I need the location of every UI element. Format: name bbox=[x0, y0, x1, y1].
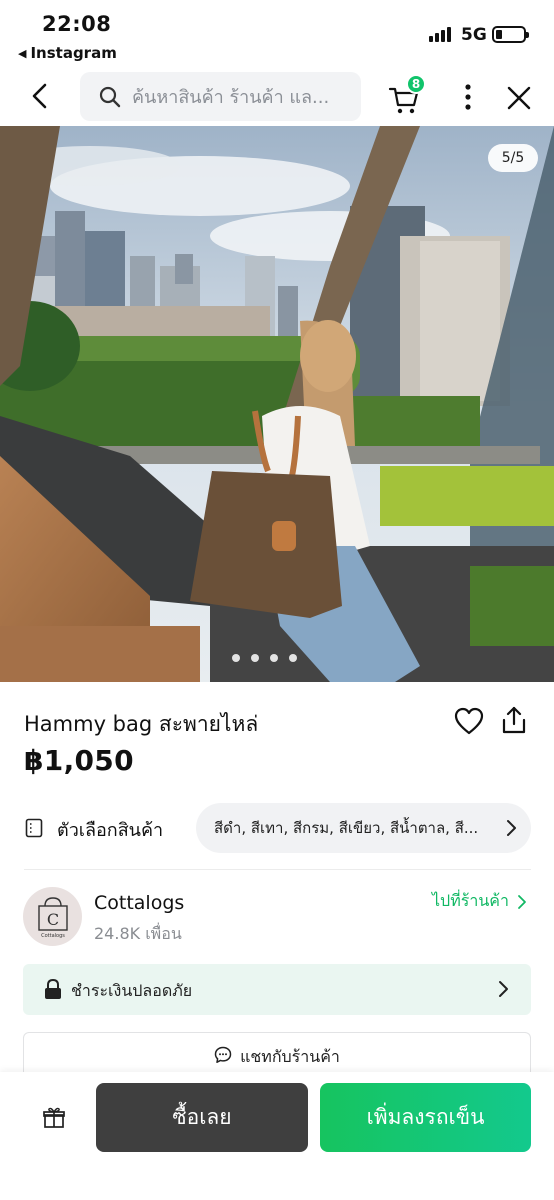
chevron-right-icon bbox=[507, 820, 516, 836]
search-icon bbox=[99, 86, 121, 107]
shop-logo-letter: C bbox=[46, 910, 58, 929]
go-to-shop-link[interactable]: ไปที่ร้านค้า bbox=[432, 889, 527, 914]
chevron-right-icon bbox=[518, 894, 526, 909]
options-value: สีดำ, สีเทา, สีกรม, สีเขียว, สีน้ำตาล, ส… bbox=[214, 819, 479, 837]
network-type: 5G bbox=[461, 25, 487, 45]
back-button[interactable] bbox=[22, 78, 58, 114]
carousel-dot[interactable] bbox=[251, 654, 259, 662]
heart-icon bbox=[454, 707, 484, 735]
carousel-dot[interactable] bbox=[270, 654, 278, 662]
product-image-carousel[interactable]: 5/5 bbox=[0, 126, 554, 682]
share-button[interactable] bbox=[501, 705, 527, 735]
cart-button[interactable]: 8 bbox=[386, 74, 426, 116]
product-options-row[interactable]: ตัวเลือกสินค้า สีดำ, สีเทา, สีกรม, สีเขี… bbox=[0, 802, 554, 854]
back-app-label: Instagram bbox=[30, 44, 117, 62]
go-to-shop-label: ไปที่ร้านค้า bbox=[432, 891, 509, 910]
carousel-dot[interactable] bbox=[289, 654, 297, 662]
image-counter: 5/5 bbox=[488, 144, 538, 172]
gift-button[interactable] bbox=[42, 1106, 66, 1130]
chat-bubble-icon bbox=[214, 1046, 232, 1063]
buy-now-button[interactable]: ซื้อเลย bbox=[96, 1083, 308, 1152]
back-triangle-icon: ◀ bbox=[18, 46, 27, 60]
bottom-action-bar: ซื้อเลย เพิ่มลงรถเข็น bbox=[0, 1072, 554, 1200]
shop-info-row: C Cottalogs Cottalogs 24.8K เพื่อน ไปที่… bbox=[0, 884, 554, 950]
product-price: ฿1,050 bbox=[24, 744, 134, 777]
carousel-dots bbox=[232, 654, 297, 662]
close-button[interactable] bbox=[505, 84, 533, 112]
chevron-right-icon bbox=[499, 981, 508, 997]
shop-logo-icon: C Cottalogs bbox=[37, 896, 68, 939]
favorite-button[interactable] bbox=[454, 707, 484, 735]
chevron-left-icon bbox=[32, 83, 47, 109]
options-selector[interactable]: สีดำ, สีเทา, สีกรม, สีเขียว, สีน้ำตาล, ส… bbox=[196, 803, 531, 853]
search-input[interactable]: ค้นหาสินค้า ร้านค้า แล... bbox=[80, 72, 361, 121]
more-options-button[interactable] bbox=[456, 82, 480, 112]
back-to-app-link[interactable]: ◀ Instagram bbox=[18, 44, 117, 62]
secure-payment-label: ชำระเงินปลอดภัย bbox=[71, 981, 193, 1000]
battery-icon bbox=[492, 26, 529, 43]
add-to-cart-button[interactable]: เพิ่มลงรถเข็น bbox=[320, 1083, 531, 1152]
secure-payment-banner[interactable]: ชำระเงินปลอดภัย bbox=[23, 964, 531, 1015]
close-icon bbox=[507, 86, 531, 110]
more-vertical-icon bbox=[465, 84, 471, 110]
product-title: Hammy bag สะพายไหล่ bbox=[24, 712, 259, 736]
share-icon bbox=[502, 706, 526, 734]
shop-avatar[interactable]: C Cottalogs bbox=[23, 887, 82, 946]
shop-followers: 24.8K เพื่อน bbox=[94, 924, 182, 943]
signal-icon bbox=[429, 27, 451, 42]
search-placeholder: ค้นหาสินค้า ร้านค้า แล... bbox=[132, 87, 330, 108]
shop-name[interactable]: Cottalogs bbox=[94, 892, 184, 914]
gift-icon bbox=[43, 1107, 65, 1128]
section-divider bbox=[24, 869, 531, 870]
options-label: ตัวเลือกสินค้า bbox=[57, 820, 164, 841]
cart-count-badge: 8 bbox=[406, 74, 426, 94]
carousel-dot[interactable] bbox=[232, 654, 240, 662]
status-time: 22:08 bbox=[42, 12, 112, 36]
top-navbar: ค้นหาสินค้า ร้านค้า แล... 8 bbox=[0, 68, 554, 126]
chat-label: แชทกับร้านค้า bbox=[240, 1047, 340, 1066]
lock-icon bbox=[45, 978, 61, 999]
list-icon bbox=[25, 818, 43, 838]
status-bar: 22:08 ◀ Instagram 5G bbox=[0, 0, 554, 68]
shop-logo-caption: Cottalogs bbox=[41, 933, 65, 939]
product-photo bbox=[0, 126, 554, 682]
